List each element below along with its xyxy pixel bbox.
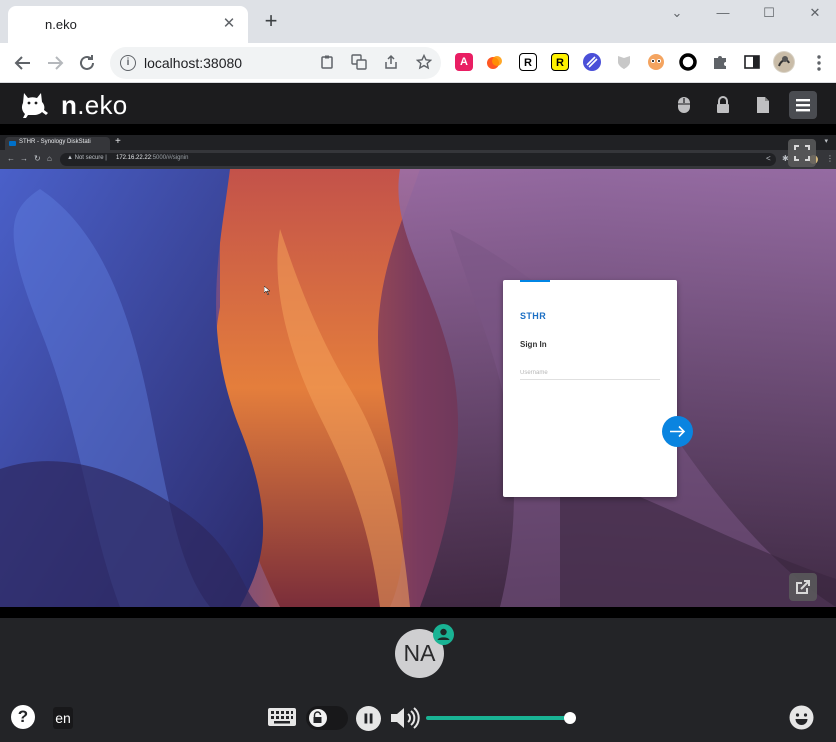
control-lock-toggle[interactable] xyxy=(306,706,348,735)
close-window-button[interactable]: ✕ xyxy=(792,0,836,28)
extension-r-yellow-icon[interactable]: R xyxy=(551,53,569,71)
site-info-icon[interactable]: i xyxy=(120,55,136,71)
extension-ring-icon[interactable] xyxy=(679,53,697,71)
signin-accent-bar xyxy=(520,280,550,282)
hamburger-menu-icon[interactable] xyxy=(789,91,817,119)
neko-header: n.eko xyxy=(0,84,836,124)
remote-tab[interactable]: STHR - Synology DiskStati xyxy=(5,137,110,150)
clipboard-icon[interactable] xyxy=(318,54,336,72)
keyboard-icon[interactable] xyxy=(268,708,296,731)
browser-tab-strip: n.eko ✕ + ⌄ — ☐ ✕ xyxy=(0,0,836,43)
neko-logo-text: n.eko xyxy=(61,90,128,120)
synology-signin-card: STHR Sign In xyxy=(503,280,677,497)
signin-brand: STHR xyxy=(520,311,547,321)
tab-search-icon[interactable]: ⌄ xyxy=(654,0,700,28)
extension-translate-icon[interactable]: A xyxy=(455,53,473,71)
remote-reload-icon[interactable]: ↻ xyxy=(34,154,41,163)
remote-new-tab-button[interactable]: + xyxy=(115,136,121,148)
browser-menu-icon[interactable] xyxy=(807,51,831,75)
remote-tab-title: STHR - Synology DiskStati xyxy=(19,139,91,145)
side-panel-icon[interactable] xyxy=(743,53,761,71)
open-external-icon[interactable] xyxy=(789,573,817,601)
mouse-icon[interactable] xyxy=(676,96,692,114)
remote-back-icon[interactable]: ← xyxy=(7,154,15,163)
volume-slider-knob[interactable] xyxy=(564,712,576,724)
extension-orange-icon[interactable] xyxy=(486,53,504,71)
translate-icon[interactable] xyxy=(350,54,368,72)
address-bar[interactable]: i localhost:38080 xyxy=(110,47,441,79)
remote-tab-search-icon[interactable]: ▾ xyxy=(824,137,828,145)
synology-favicon-icon xyxy=(9,141,16,146)
remote-share-icon[interactable]: < xyxy=(766,154,771,163)
language-selector[interactable]: en xyxy=(53,707,73,729)
remote-screen[interactable]: STHR - Synology DiskStati + ▾ ← → ↻ ⌂ ▲ … xyxy=(0,135,836,607)
remote-toolbar: ← → ↻ ⌂ ▲ Not secure | 172.16.22.22:5000… xyxy=(0,150,836,169)
browser-tab-title: n.eko xyxy=(45,17,77,32)
extension-r-icon[interactable]: R xyxy=(519,53,537,71)
minimize-button[interactable]: — xyxy=(700,0,746,28)
remote-address-bar[interactable]: ▲ Not secure | 172.16.22.22:5000/#/signi… xyxy=(60,153,776,166)
browser-tab[interactable]: n.eko ✕ xyxy=(8,6,248,43)
bookmark-star-icon[interactable] xyxy=(415,53,433,72)
back-arrow-icon[interactable] xyxy=(11,51,35,75)
remote-home-icon[interactable]: ⌂ xyxy=(47,154,52,163)
fullscreen-icon[interactable] xyxy=(788,139,816,167)
browser-toolbar: i localhost:38080 A R R xyxy=(0,43,836,83)
remote-mouse-cursor-icon xyxy=(263,282,271,300)
address-url[interactable]: localhost:38080 xyxy=(144,55,242,71)
neko-cat-logo-icon xyxy=(20,90,52,118)
volume-slider-track[interactable] xyxy=(426,716,570,720)
emoji-icon[interactable] xyxy=(789,705,814,735)
reload-icon[interactable] xyxy=(75,51,99,75)
help-button[interactable]: ? xyxy=(11,705,35,729)
canyon-wallpaper xyxy=(0,169,836,607)
file-icon[interactable] xyxy=(755,96,771,114)
profile-avatar[interactable] xyxy=(773,51,795,73)
extension-face-icon[interactable] xyxy=(647,53,665,71)
extensions-puzzle-icon[interactable] xyxy=(711,53,729,71)
forward-arrow-icon[interactable] xyxy=(43,51,67,75)
maximize-button[interactable]: ☐ xyxy=(746,0,792,28)
remote-security-label: ▲ Not secure | xyxy=(67,155,107,161)
extension-stripes-icon[interactable] xyxy=(583,53,601,71)
remote-forward-icon[interactable]: → xyxy=(20,154,28,163)
extension-shield-icon[interactable] xyxy=(615,53,633,71)
username-input[interactable] xyxy=(520,366,660,380)
lock-icon[interactable] xyxy=(715,96,731,114)
remote-address-url[interactable]: 172.16.22.22:5000/#/signin xyxy=(116,155,188,161)
remote-menu-icon[interactable]: ⋮ xyxy=(826,154,834,163)
signin-heading: Sign In xyxy=(520,340,547,349)
new-tab-button[interactable]: + xyxy=(261,10,281,32)
volume-icon[interactable] xyxy=(390,707,422,734)
pause-button[interactable] xyxy=(356,706,381,736)
signin-next-button[interactable] xyxy=(662,416,693,447)
share-icon[interactable] xyxy=(382,54,400,72)
remote-tab-strip: STHR - Synology DiskStati + ▾ xyxy=(0,135,836,150)
close-tab-icon[interactable]: ✕ xyxy=(220,15,238,33)
host-user-badge-icon xyxy=(433,624,454,645)
